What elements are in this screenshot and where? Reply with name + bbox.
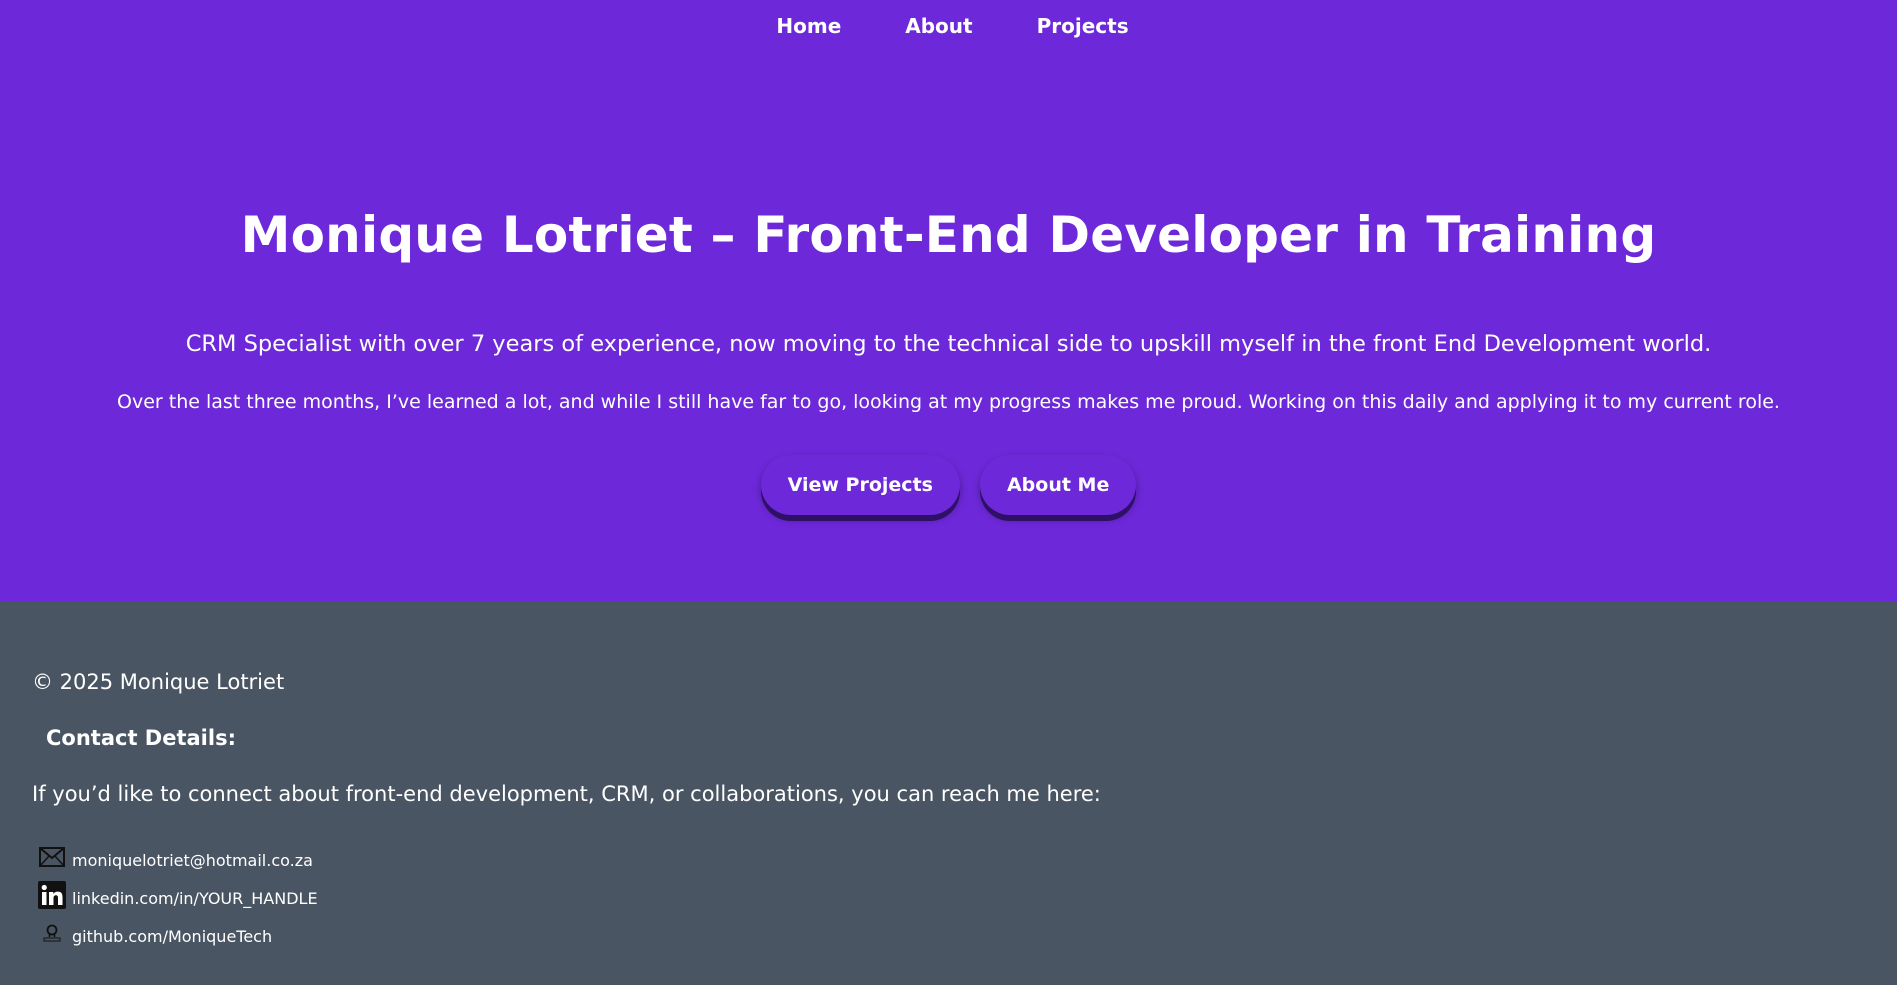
nav-link-projects[interactable]: Projects [1005,14,1161,38]
nav-link-about[interactable]: About [873,14,1004,38]
github-icon [38,919,66,947]
hero-subtitle: CRM Specialist with over 7 years of expe… [185,331,1712,357]
linkedin-link[interactable]: linkedin.com/in/YOUR_HANDLE [72,889,318,909]
view-projects-button[interactable]: View Projects [760,455,960,515]
contact-item-email: moniquelotriet@hotmail.co.za [38,833,318,871]
copyright-text: © 2025 Monique Lotriet [32,670,285,694]
hero-section: Home About Projects Monique Lotriet – Fr… [0,0,1897,601]
nav-link-home[interactable]: Home [744,14,873,38]
hero-buttons: View Projects About Me [0,455,1897,515]
mail-icon [38,843,66,871]
github-link[interactable]: github.com/MoniqueTech [72,927,272,947]
hero-title: Monique Lotriet – Front-End Developer in… [240,206,1657,264]
footer: © 2025 Monique Lotriet Contact Details: … [0,601,1897,985]
linkedin-icon [38,881,66,909]
main-nav: Home About Projects [0,14,1897,38]
hero-description: Over the last three months, I’ve learned… [117,391,1780,413]
contact-heading: Contact Details: [46,726,236,750]
email-link[interactable]: moniquelotriet@hotmail.co.za [72,851,313,871]
contact-intro: If you’d like to connect about front-end… [32,782,1101,806]
about-me-button[interactable]: About Me [979,455,1137,515]
contact-item-linkedin: linkedin.com/in/YOUR_HANDLE [38,871,318,909]
contact-list: moniquelotriet@hotmail.co.za linkedin.co… [38,833,318,947]
contact-item-github: github.com/MoniqueTech [38,909,318,947]
